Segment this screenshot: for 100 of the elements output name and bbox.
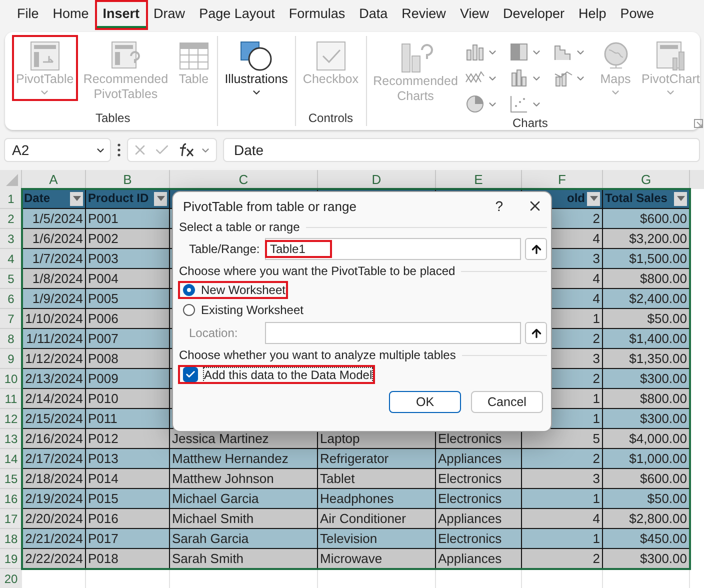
shapes-icon xyxy=(239,40,274,72)
column-header[interactable]: G xyxy=(603,170,690,189)
column-header[interactable]: F xyxy=(522,170,603,189)
table-cell: P003 xyxy=(86,249,170,269)
ribbon-tab[interactable]: Draw xyxy=(146,1,192,29)
radio-option[interactable]: New Worksheet xyxy=(179,282,288,298)
scatter-chart-icon xyxy=(508,94,529,114)
table-cell: 2/18/2024 xyxy=(22,469,86,489)
table-cell: 1 xyxy=(522,489,603,509)
ribbon-tab[interactable]: Review xyxy=(394,1,453,29)
ribbon-tab[interactable]: Data xyxy=(352,1,395,29)
ribbon-tab[interactable]: Help xyxy=(572,1,614,29)
table-cell: $1,500.00 xyxy=(603,249,690,269)
ribbon-button[interactable]: Illustrations xyxy=(222,36,291,100)
table-cell: 2/13/2024 xyxy=(22,369,86,389)
row-number[interactable]: 11 xyxy=(0,389,22,409)
collapse-button[interactable] xyxy=(525,238,547,260)
row-number[interactable]: 5 xyxy=(0,269,22,289)
row-number[interactable]: 17 xyxy=(0,509,22,529)
row-number[interactable]: 13 xyxy=(0,429,22,449)
dialog-button[interactable]: OK xyxy=(389,391,461,413)
help-button[interactable]: ? xyxy=(495,198,503,214)
row-number[interactable]: 3 xyxy=(0,229,22,249)
row-number[interactable]: 7 xyxy=(0,309,22,329)
checkbox-option[interactable]: Add this data to the Data Model xyxy=(179,366,374,383)
column-header[interactable]: B xyxy=(86,170,170,189)
row-number[interactable]: 14 xyxy=(0,449,22,469)
more-icon[interactable] xyxy=(117,143,121,157)
row-number[interactable]: 4 xyxy=(0,249,22,269)
row-number[interactable]: 18 xyxy=(0,529,22,549)
table-cell: P016 xyxy=(86,509,170,529)
row-number[interactable]: 8 xyxy=(0,329,22,349)
row-number[interactable]: 9 xyxy=(0,349,22,369)
table-cell: Electronics xyxy=(436,469,522,489)
formula-field[interactable]: Date xyxy=(223,138,700,162)
table-cell: Sarah Garcia xyxy=(170,529,318,549)
table-cell: $2,800.00 xyxy=(603,509,690,529)
table-cell: 2/22/2024 xyxy=(22,549,86,569)
table-cell: 2/21/2024 xyxy=(22,529,86,549)
caret-icon xyxy=(72,196,80,201)
ribbon-tab[interactable]: Page Layout xyxy=(192,1,282,29)
filter-button[interactable] xyxy=(674,192,687,206)
ribbon-tab[interactable]: Home xyxy=(46,1,96,29)
check-icon xyxy=(185,369,196,380)
row-number[interactable]: 12 xyxy=(0,409,22,429)
column-header[interactable]: C xyxy=(170,170,318,189)
column-header[interactable]: D xyxy=(318,170,436,189)
table-cell: Michael Smith xyxy=(170,509,318,529)
table-cell: P005 xyxy=(86,289,170,309)
filter-button[interactable] xyxy=(70,192,83,206)
table-cell: P002 xyxy=(86,229,170,249)
collapse-button[interactable] xyxy=(525,322,547,344)
table-cell: $600.00 xyxy=(603,469,690,489)
field-value: Table1 xyxy=(266,241,332,257)
filter-button[interactable] xyxy=(154,192,167,206)
filter-button[interactable] xyxy=(587,192,600,206)
table-cell: 1/10/2024 xyxy=(22,309,86,329)
table-cell: 2/17/2024 xyxy=(22,449,86,469)
ribbon-tab[interactable]: Developer xyxy=(496,1,572,29)
table-cell: P012 xyxy=(86,429,170,449)
ribbon-tab[interactable]: Powe xyxy=(613,1,662,29)
ribbon-tab[interactable]: Formulas xyxy=(282,1,352,29)
column-title: Date xyxy=(22,189,86,209)
table-cell: P001 xyxy=(86,209,170,229)
ribbon-tab[interactable]: View xyxy=(452,1,496,29)
dialog-launcher-icon[interactable] xyxy=(694,118,703,128)
table-cell: 4 xyxy=(522,509,603,529)
row-number[interactable]: 19 xyxy=(0,549,22,569)
column-header[interactable]: A xyxy=(22,170,86,189)
table-cell: P011 xyxy=(86,409,170,429)
name-box[interactable]: A2 xyxy=(4,138,111,162)
row-number[interactable]: 6 xyxy=(0,289,22,309)
checkbox[interactable] xyxy=(183,367,198,382)
radio-button[interactable] xyxy=(183,284,195,296)
table-cell: Electronics xyxy=(436,489,522,509)
row-number[interactable]: 10 xyxy=(0,369,22,389)
table-cell: Appliances xyxy=(436,549,522,569)
table-cell: $300.00 xyxy=(603,409,690,429)
ribbon-tab[interactable]: File xyxy=(10,1,46,29)
table-cell: Refrigerator xyxy=(318,449,436,469)
group-label: Tables xyxy=(94,111,132,125)
dialog-button[interactable]: Cancel xyxy=(471,391,543,413)
table-cell: $1,400.00 xyxy=(603,329,690,349)
row-number[interactable]: 1 xyxy=(0,189,22,209)
column-header[interactable]: E xyxy=(436,170,522,189)
input-field[interactable] xyxy=(265,322,521,344)
table-cell: 1/5/2024 xyxy=(22,209,86,229)
ribbon-tab[interactable]: Insert xyxy=(96,1,147,29)
row-number[interactable]: 16 xyxy=(0,489,22,509)
radio-button[interactable] xyxy=(183,304,195,316)
row-number[interactable]: 2 xyxy=(0,209,22,229)
table-cell: Headphones xyxy=(318,489,436,509)
caret-icon xyxy=(676,196,684,201)
radio-option[interactable]: Existing Worksheet xyxy=(179,302,306,318)
table-cell: 1/9/2024 xyxy=(22,289,86,309)
row-number[interactable]: 15 xyxy=(0,469,22,489)
input-field[interactable]: Table1 xyxy=(265,238,521,260)
table-cell: P014 xyxy=(86,469,170,489)
table-cell: 2 xyxy=(522,549,603,569)
table-cell: $300.00 xyxy=(603,369,690,389)
